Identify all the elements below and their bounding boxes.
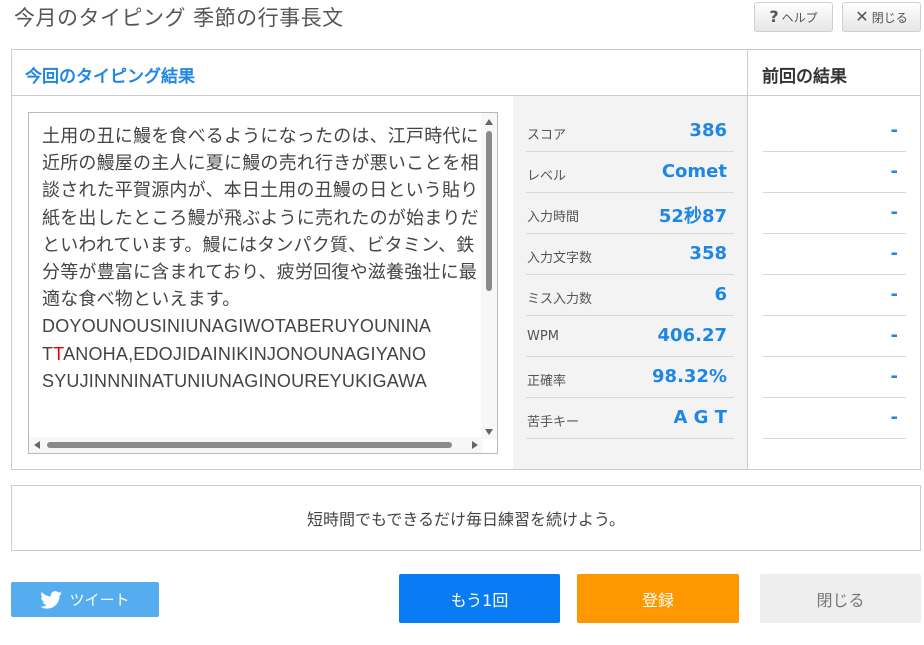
stat-label: WPM: [527, 329, 559, 344]
vertical-scroll-thumb[interactable]: [486, 131, 492, 291]
stat-value: A G T: [673, 407, 727, 428]
vertical-scrollbar[interactable]: [481, 113, 497, 439]
previous-result-title: 前回の結果: [762, 67, 847, 87]
twitter-bird-icon: [40, 590, 63, 609]
stat-label: ミス入力数: [527, 292, 593, 307]
tweet-button[interactable]: ツイート: [11, 582, 159, 617]
scroll-left-arrow-icon[interactable]: [34, 441, 40, 449]
previous-stat-value: -: [890, 325, 898, 346]
romaji-segment: T: [42, 343, 54, 364]
close-top-button-label: 閉じる: [871, 10, 908, 25]
stat-label: 入力時間: [527, 210, 580, 225]
close-icon: ✕: [855, 7, 869, 26]
scroll-down-arrow-icon[interactable]: [485, 429, 493, 435]
retry-button-label: もう1回: [450, 590, 509, 610]
typed-text-content: 土用の丑に鰻を食べるようになったのは、江戸時代に近所の鰻屋の主人に夏に鰻の売れ行…: [42, 123, 482, 395]
close-top-button[interactable]: ✕ 閉じる: [842, 2, 921, 32]
stats-panel: スコア 386 レベル Comet 入力時間 52秒87 入力文字数 358 ミ…: [513, 96, 747, 469]
stat-row-weak-keys: 苦手キー A G T: [526, 398, 734, 439]
tweet-button-label: ツイート: [69, 591, 130, 609]
previous-stat-row: -: [763, 275, 906, 316]
stat-value: 52秒87: [658, 206, 727, 227]
romaji-line: TTANOHA,EDOJIDAINIKINJONOUNAGIYANO: [42, 341, 482, 368]
stat-value: 358: [689, 243, 727, 264]
stat-value: 406.27: [657, 325, 727, 346]
previous-stat-value: -: [890, 202, 898, 223]
register-button-label: 登録: [641, 590, 674, 610]
scroll-up-arrow-icon[interactable]: [485, 119, 493, 125]
help-button-label: ヘルプ: [781, 10, 818, 25]
previous-stat-value: -: [890, 161, 898, 182]
miss-char: T: [53, 343, 64, 364]
page-title: 今月のタイピング 季節の行事長文: [14, 6, 344, 30]
horizontal-scroll-thumb[interactable]: [47, 442, 452, 448]
stat-label: 正確率: [527, 374, 567, 389]
previous-stat-value: -: [890, 407, 898, 428]
previous-stat-row: -: [763, 111, 906, 152]
horizontal-scrollbar[interactable]: [29, 437, 483, 453]
stat-label: スコア: [527, 128, 567, 143]
stat-row-wpm: WPM 406.27: [526, 316, 734, 357]
typed-text-box[interactable]: 土用の丑に鰻を食べるようになったのは、江戸時代に近所の鰻屋の主人に夏に鰻の売れ行…: [28, 112, 498, 454]
stat-label: レベル: [527, 169, 567, 184]
close-button[interactable]: 閉じる: [760, 574, 921, 623]
japanese-text: 土用の丑に鰻を食べるようになったのは、江戸時代に近所の鰻屋の主人に夏に鰻の売れ行…: [42, 126, 479, 311]
retry-button[interactable]: もう1回: [399, 574, 560, 623]
stat-row-time: 入力時間 52秒87: [526, 193, 734, 234]
previous-stat-row: -: [763, 152, 906, 193]
stat-value: Comet: [661, 161, 727, 182]
stat-row-score: スコア 386: [526, 111, 734, 152]
result-panel-header: 今回のタイピング結果 前回の結果: [12, 50, 920, 96]
stat-label: 苦手キー: [527, 415, 580, 430]
previous-stat-row: -: [763, 357, 906, 398]
previous-stat-value: -: [890, 284, 898, 305]
help-button[interactable]: ? ヘルプ: [754, 2, 833, 32]
column-divider: [747, 50, 748, 469]
previous-stat-row: -: [763, 398, 906, 439]
stat-row-char-count: 入力文字数 358: [526, 234, 734, 275]
stat-value: 386: [689, 120, 727, 141]
encouragement-message: 短時間でもできるだけ毎日練習を続けよう。: [11, 485, 921, 551]
current-result-title: 今回のタイピング結果: [25, 67, 195, 87]
register-button[interactable]: 登録: [577, 574, 739, 623]
previous-stat-value: -: [890, 243, 898, 264]
question-icon: ?: [769, 7, 779, 26]
stat-row-miss-count: ミス入力数 6: [526, 275, 734, 316]
stat-label: 入力文字数: [527, 251, 593, 266]
stat-row-level: レベル Comet: [526, 152, 734, 193]
previous-stat-row: -: [763, 234, 906, 275]
stat-row-accuracy: 正確率 98.32%: [526, 357, 734, 398]
previous-stat-value: -: [890, 120, 898, 141]
close-button-label: 閉じる: [816, 590, 865, 610]
previous-stat-row: -: [763, 316, 906, 357]
previous-stat-value: -: [890, 366, 898, 387]
result-panel: 今回のタイピング結果 前回の結果 土用の丑に鰻を食べるようになったのは、江戸時代…: [11, 49, 921, 470]
romaji-line: DOYOUNOUSINIUNAGIWOTABERUYOUNINA: [42, 316, 432, 337]
romaji-segment: ANOHA,EDOJIDAINIKINJONOUNAGIYANO: [63, 343, 427, 364]
scroll-right-arrow-icon[interactable]: [472, 441, 478, 449]
previous-stat-row: -: [763, 193, 906, 234]
stat-value: 6: [714, 284, 727, 305]
romaji-line: SYUJINNNINATUNIUNAGINOUREYUKIGAWA: [42, 370, 427, 391]
stat-value: 98.32%: [652, 366, 727, 387]
